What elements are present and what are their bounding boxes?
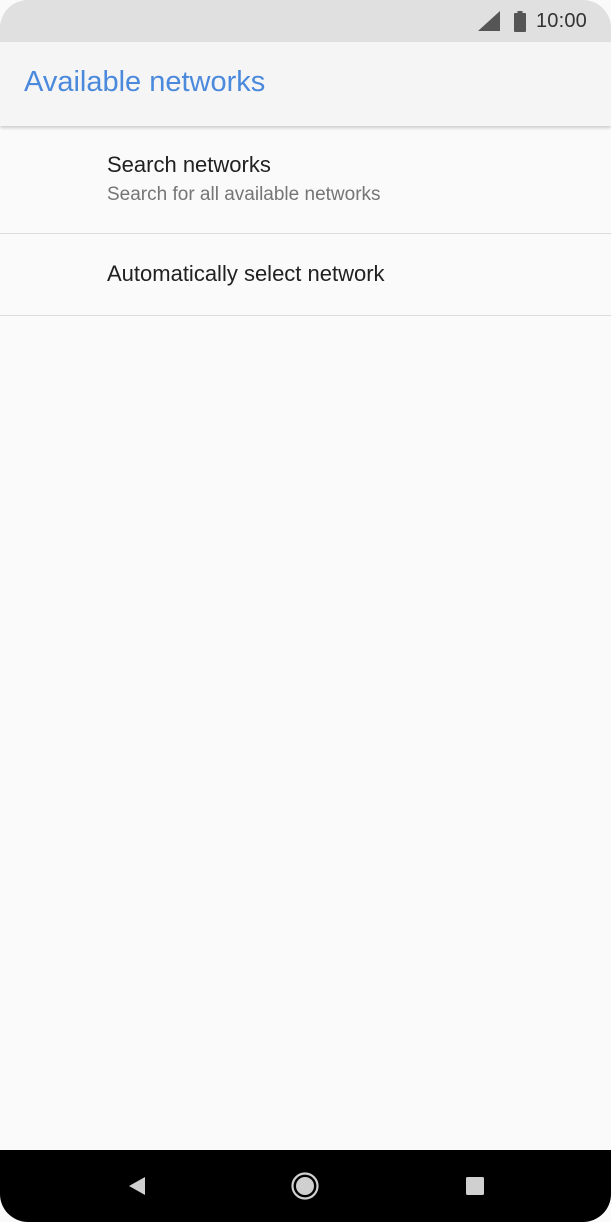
status-clock: 10:00 bbox=[535, 9, 587, 32]
cell-signal-icon bbox=[477, 11, 500, 31]
battery-icon bbox=[513, 10, 526, 32]
search-networks-title: Search networks bbox=[107, 152, 271, 177]
search-networks-item[interactable]: Search networks Search for all available… bbox=[0, 126, 611, 234]
status-bar: 10:00 bbox=[0, 0, 611, 42]
app-bar: Available networks bbox=[0, 42, 611, 126]
settings-list: Search networks Search for all available… bbox=[0, 126, 611, 316]
status-icons: 10:00 bbox=[477, 8, 587, 34]
auto-select-network-title: Automatically select network bbox=[107, 261, 385, 286]
auto-select-network-item[interactable]: Automatically select network bbox=[0, 234, 611, 316]
navigation-bar bbox=[0, 1150, 611, 1222]
recents-icon[interactable] bbox=[463, 1174, 487, 1198]
back-icon[interactable] bbox=[125, 1174, 149, 1198]
home-icon[interactable] bbox=[290, 1171, 320, 1201]
search-networks-subtitle: Search for all available networks bbox=[107, 184, 381, 205]
page-title: Available networks bbox=[24, 66, 266, 98]
